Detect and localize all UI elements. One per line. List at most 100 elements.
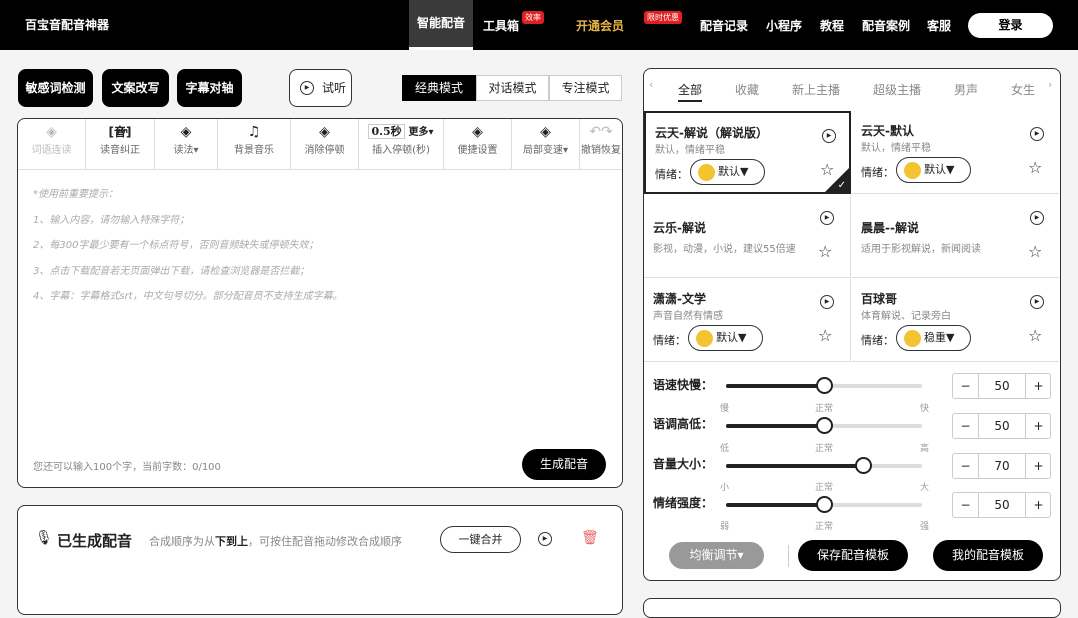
mood-select[interactable]: 稳重▼	[896, 325, 971, 351]
nav-records[interactable]: 配音记录	[700, 0, 748, 50]
nav-service[interactable]: 客服	[927, 0, 951, 50]
speed-stepper[interactable]: −50 +	[952, 373, 1051, 399]
slider-label-speed: 语速快慢：	[653, 378, 714, 392]
smile-icon	[696, 330, 713, 347]
star-icon[interactable]: ☆	[818, 242, 832, 261]
voice-card[interactable]: 云天-默认 默认，情绪平稳 情绪： 默认▼ ▶ ☆	[852, 111, 1059, 194]
tab-classic-mode[interactable]: 经典模式	[402, 75, 476, 101]
play-icon: ▶	[300, 81, 314, 95]
tool-remove-pause[interactable]: ◈ 消除停顿	[291, 119, 359, 169]
voice-card[interactable]: 潇潇-文学 声音自然有情感 情绪： 默认▼ ▶ ☆	[644, 279, 851, 362]
preview-button[interactable]: ▶ 试听	[289, 69, 352, 107]
tick-label: 正常	[815, 483, 834, 493]
tab-next-icon[interactable]: ›	[1048, 78, 1052, 91]
divider	[788, 545, 789, 567]
diamond-icon: ◈	[180, 124, 192, 140]
tick-label: 高	[920, 444, 930, 454]
star-icon[interactable]: ☆	[1028, 242, 1042, 261]
smile-icon	[904, 162, 921, 179]
star-icon[interactable]: ☆	[1028, 326, 1042, 345]
hint-line: 2、每300字最少要有一个标点符号，否则音频缺失或停顿失效；	[33, 240, 319, 251]
next-panel	[643, 598, 1061, 618]
voice-tab-new[interactable]: 新上主播	[792, 81, 840, 98]
play-icon[interactable]: ▶	[1030, 211, 1044, 225]
tick-label: 小	[720, 483, 730, 493]
voice-tab-favorites[interactable]: 收藏	[735, 81, 759, 98]
speed-slider[interactable]	[726, 377, 922, 394]
tick-label: 弱	[720, 522, 730, 532]
emotion-stepper[interactable]: −50 +	[952, 492, 1051, 518]
play-icon[interactable]: ▶	[1030, 127, 1044, 141]
merge-button[interactable]: 一键合并	[440, 526, 521, 553]
tab-dialogue-mode[interactable]: 对话模式	[476, 75, 549, 101]
sensitive-word-button[interactable]: 敏感词检测	[18, 69, 93, 107]
star-icon[interactable]: ☆	[818, 326, 832, 345]
hint-line: 3、点击下载配音若无页面弹出下载，请检查浏览器是否拦截；	[33, 266, 310, 277]
tab-focus-mode[interactable]: 专注模式	[549, 75, 622, 101]
voice-card[interactable]: 云天-解说（解说版） 默认，情绪平稳 情绪： 默认▼ ▶ ☆ ✓	[644, 111, 851, 194]
brand-logo[interactable]: 百宝音配音神器	[25, 16, 109, 33]
trash-icon[interactable]: 🗑	[581, 530, 599, 546]
mood-select[interactable]: 默认▼	[690, 159, 765, 185]
star-icon[interactable]: ☆	[1028, 158, 1042, 177]
voice-card[interactable]: 云乐-解说 影视，动漫，小说，建议55倍速 ▶ ☆	[644, 195, 851, 278]
generated-desc: 合成顺序为从下到上，可按住配音拖动修改合成顺序	[149, 535, 402, 548]
mood-select[interactable]: 默认▼	[688, 325, 763, 351]
top-bar: 百宝音配音神器 智能配音 工具箱 效率 开通会员 限时优惠 配音记录 小程序 教…	[0, 0, 1078, 50]
generated-panel	[17, 505, 623, 615]
my-template-button[interactable]: 我的配音模板	[933, 540, 1043, 571]
tab-prev-icon[interactable]: ‹	[649, 78, 653, 91]
mood-select[interactable]: 默认▼	[896, 157, 971, 183]
tick-label: 正常	[815, 404, 834, 414]
smile-icon	[698, 164, 715, 181]
tool-pronunciation[interactable]: [音] yin 读音纠正	[86, 119, 155, 169]
check-icon: ✓	[837, 180, 846, 191]
voice-card[interactable]: 百球哥 体育解说、记录旁白 情绪： 稳重▼ ▶ ☆	[852, 279, 1059, 362]
volume-slider[interactable]	[726, 457, 922, 474]
pitch-slider[interactable]	[726, 417, 922, 434]
balance-button[interactable]: 均衡调节▾	[669, 542, 764, 569]
nav-smart-dubbing[interactable]: 智能配音	[409, 0, 474, 50]
play-icon[interactable]: ▶	[1030, 295, 1044, 309]
hint-title: *使用前重要提示：	[33, 189, 118, 200]
generate-button[interactable]: 生成配音	[522, 449, 606, 480]
play-icon[interactable]: ▶	[820, 211, 834, 225]
diamond-icon: ◈	[472, 124, 483, 140]
nav-vip[interactable]: 开通会员	[576, 0, 624, 50]
emotion-slider[interactable]	[726, 496, 922, 513]
volume-stepper[interactable]: −70 +	[952, 453, 1051, 479]
tool-word-linking[interactable]: ◈ 词语连读	[18, 119, 86, 169]
subtitle-align-button[interactable]: 字幕对轴	[177, 69, 242, 107]
login-button[interactable]: 登录	[968, 13, 1053, 38]
toolbox-badge: 效率	[522, 11, 544, 24]
generated-title: 已生成配音	[57, 532, 133, 550]
tool-reading-method[interactable]: ◈ 读法▾	[155, 119, 218, 169]
play-icon[interactable]: ▶	[820, 295, 834, 309]
play-all-icon[interactable]: ▶	[538, 532, 552, 546]
nav-toolbox[interactable]: 工具箱	[483, 0, 519, 50]
tick-label: 慢	[720, 404, 730, 414]
tool-background-music[interactable]: ♫ 背景音乐	[218, 119, 291, 169]
nav-cases[interactable]: 配音案例	[862, 0, 910, 50]
play-icon[interactable]: ▶	[822, 129, 836, 143]
voice-card[interactable]: 晨晨--解说 适用于影视解说，新闻阅读 ▶ ☆	[852, 195, 1059, 278]
nav-miniprogram[interactable]: 小程序	[766, 0, 802, 50]
pause-icon: 0.5秒 更多▾	[359, 119, 443, 141]
slider-label-volume: 音量大小：	[653, 457, 714, 471]
save-template-button[interactable]: 保存配音模板	[798, 540, 908, 571]
diamond-icon: ◈	[46, 124, 57, 140]
rewrite-button[interactable]: 文案改写	[102, 69, 169, 107]
editor-panel	[17, 118, 623, 488]
tool-undo-redo[interactable]: ↶↷ 撤销恢复	[580, 119, 622, 169]
tool-insert-pause[interactable]: 0.5秒 更多▾ 插入停顿(秒)	[359, 119, 444, 169]
pitch-stepper[interactable]: −50 +	[952, 413, 1051, 439]
nav-tutorial[interactable]: 教程	[820, 0, 844, 50]
vip-badge: 限时优惠	[644, 11, 682, 24]
tool-local-speed[interactable]: ◈ 局部变速▾	[512, 119, 580, 169]
voice-tab-male[interactable]: 男声	[954, 81, 978, 98]
voice-tab-all[interactable]: 全部	[678, 81, 703, 102]
voice-tab-super[interactable]: 超级主播	[873, 81, 921, 98]
voice-tab-female[interactable]: 女生	[1011, 81, 1035, 98]
tool-quick-settings[interactable]: ◈ 便捷设置	[444, 119, 512, 169]
undo-icon: ↶↷	[589, 124, 613, 140]
